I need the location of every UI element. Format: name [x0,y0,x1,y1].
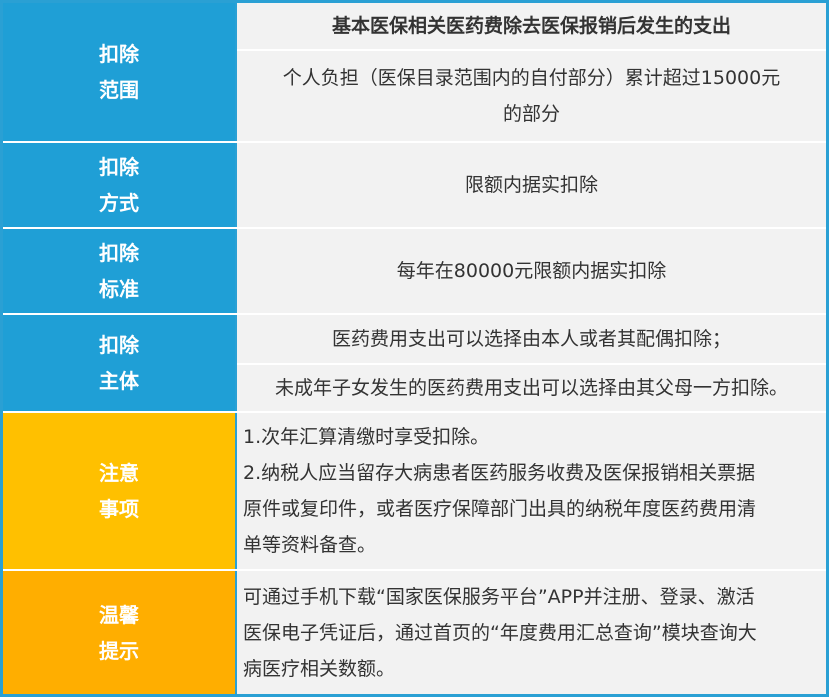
scope-header: 基本医保相关医药费除去医保报销后发生的支出 [331,15,731,37]
label-deduction-method: 扣除 方式 [3,143,235,227]
tips-line-3: 病医疗相关数额。 [243,657,396,680]
row-notes: 注意 事项 1.次年汇算清缴时享受扣除。 2.纳税人应当留存大病患者医药服务收费… [3,413,826,569]
label-line-2: 方式 [99,191,139,215]
label-line-1: 扣除 [99,42,139,66]
row-tips: 温馨 提示 可通过手机下载“国家医保服务平台”APP并注册、登录、激活 医保电子… [3,571,826,694]
method-text: 限额内据实扣除 [464,174,598,196]
scope-detail-line-1: 个人负担（医保目录范围内的自付部分）累计超过15000元 [282,67,781,89]
label-notes: 注意 事项 [3,413,235,569]
subject-line-2: 未成年子女发生的医药费用支出可以选择由其父母一方扣除。 [274,377,788,399]
label-line-1: 扣除 [99,333,139,357]
deduction-info-table: 扣除 范围 基本医保相关医药费除去医保报销后发生的支出 个人负担（医保目录范围内… [0,0,829,697]
label-line-1: 注意 [99,461,139,485]
label-line-2: 标准 [99,277,139,301]
tips-line-1: 可通过手机下载“国家医保服务平台”APP并注册、登录、激活 [243,585,755,608]
content-tips: 可通过手机下载“国家医保服务平台”APP并注册、登录、激活 医保电子凭证后，通过… [237,571,826,694]
row-deduction-standard: 扣除 标准 每年在80000元限额内据实扣除 [3,229,826,313]
content-deduction-scope: 基本医保相关医药费除去医保报销后发生的支出 个人负担（医保目录范围内的自付部分）… [237,3,826,141]
subject-line-1: 医药费用支出可以选择由本人或者其配偶扣除； [331,328,731,350]
label-tips: 温馨 提示 [3,571,235,694]
notes-line-3: 原件或复印件，或者医疗保障部门出具的纳税年度医药费用清 [243,498,757,520]
label-line-1: 扣除 [99,155,139,179]
label-line-2: 事项 [99,497,139,521]
tips-text: 可通过手机下载“国家医保服务平台”APP并注册、登录、激活 医保电子凭证后，通过… [237,571,826,694]
notes-line-2: 2.纳税人应当留存大病患者医药服务收费及医保报销相关票据 [243,462,756,484]
notes-line-1: 1.次年汇算清缴时享受扣除。 [243,426,490,448]
label-deduction-subject: 扣除 主体 [3,315,235,411]
notes-text: 1.次年汇算清缴时享受扣除。 2.纳税人应当留存大病患者医药服务收费及医保报销相… [237,413,826,569]
row-deduction-subject: 扣除 主体 医药费用支出可以选择由本人或者其配偶扣除； 未成年子女发生的医药费用… [3,315,826,411]
standard-text: 每年在80000元限额内据实扣除 [396,260,667,282]
content-deduction-standard: 每年在80000元限额内据实扣除 [237,229,826,313]
content-deduction-subject: 医药费用支出可以选择由本人或者其配偶扣除； 未成年子女发生的医药费用支出可以选择… [237,315,826,411]
row-deduction-scope: 扣除 范围 基本医保相关医药费除去医保报销后发生的支出 个人负担（医保目录范围内… [3,3,826,141]
row-deduction-method: 扣除 方式 限额内据实扣除 [3,143,826,227]
scope-detail: 个人负担（医保目录范围内的自付部分）累计超过15000元 的部分 [237,51,826,141]
label-line-2: 提示 [99,638,139,663]
label-line-1: 扣除 [99,241,139,265]
content-deduction-method: 限额内据实扣除 [237,143,826,227]
label-line-1: 温馨 [99,602,139,627]
tips-line-2: 医保电子凭证后，通过首页的“年度费用汇总查询”模块查询大 [243,621,757,644]
label-deduction-standard: 扣除 标准 [3,229,235,313]
notes-line-4: 单等资料备查。 [243,534,377,556]
scope-detail-line-2: 的部分 [502,103,560,125]
label-deduction-scope: 扣除 范围 [3,3,235,141]
label-line-2: 主体 [99,369,139,393]
content-notes: 1.次年汇算清缴时享受扣除。 2.纳税人应当留存大病患者医药服务收费及医保报销相… [237,413,826,569]
label-line-2: 范围 [99,78,139,102]
